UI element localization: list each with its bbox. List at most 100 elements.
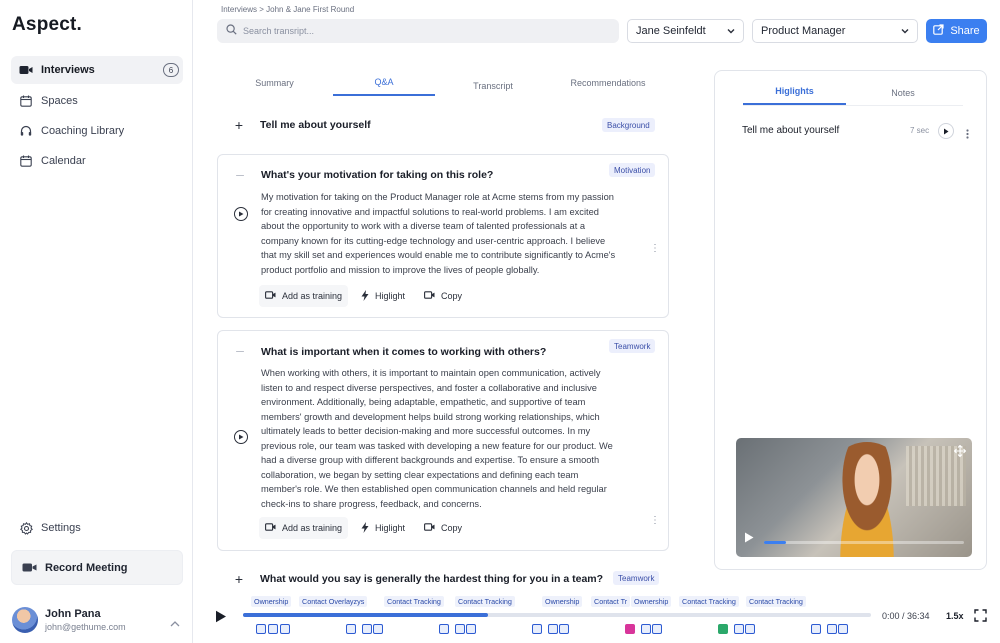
interview-tabs: Summary Q&A Transcript Recommendations (217, 70, 669, 96)
clip-marker-icon[interactable] (466, 624, 476, 634)
clip-marker-icon[interactable] (346, 624, 356, 634)
play-highlight-button[interactable] (938, 123, 954, 139)
user-profile[interactable]: John Pana john@gethume.com (12, 606, 184, 636)
question-text: What would you say is generally the hard… (260, 573, 604, 585)
breadcrumb[interactable]: Interviews > John & Jane First Round (221, 5, 354, 14)
sidebar-item-label: Interviews (41, 64, 95, 76)
sidebar-item-settings[interactable]: Settings (11, 514, 183, 542)
role-select-value: Product Manager (761, 25, 846, 37)
lightning-icon (361, 521, 369, 535)
clip-marker-icon[interactable] (455, 624, 465, 634)
playback-speed-button[interactable]: 1.5x (946, 611, 964, 621)
clip-marker-icon[interactable] (362, 624, 372, 634)
timeline-tag[interactable]: Ownership (631, 596, 672, 607)
chevron-up-icon[interactable] (170, 614, 180, 632)
share-button[interactable]: Share (926, 19, 987, 43)
interviewer-select[interactable]: Jane Seinfeldt (627, 19, 744, 43)
timeline-tag[interactable]: Contact Tracking (384, 596, 444, 607)
expand-icon[interactable] (953, 444, 967, 462)
highlight-item[interactable]: Tell me about yourself 7 sec (742, 123, 972, 139)
add-as-training-button[interactable]: Add as training (259, 285, 349, 307)
search-bar[interactable] (217, 19, 619, 43)
question-tag: Teamwork (613, 571, 660, 585)
timeline-tag[interactable]: Contact Tracking (455, 596, 515, 607)
clip-marker-icon[interactable] (256, 624, 266, 634)
more-options-icon[interactable]: ⋮ (650, 244, 660, 254)
more-options-icon[interactable] (966, 126, 969, 144)
clip-marker-icon[interactable] (548, 624, 558, 634)
video-camera-icon (22, 562, 37, 573)
record-meeting-button[interactable]: Record Meeting (11, 550, 183, 585)
collapse-minus-icon[interactable]: – (234, 166, 246, 182)
timeline-tag[interactable]: Ownership (251, 596, 292, 607)
chevron-down-icon (900, 26, 910, 39)
clip-marker-icon[interactable] (641, 624, 651, 634)
tab-recommendations[interactable]: Recommendations (553, 70, 663, 96)
highlight-button[interactable]: Higlight (355, 285, 411, 307)
tab-summary[interactable]: Summary (217, 70, 332, 96)
clip-marker-icon[interactable] (373, 624, 383, 634)
question-tag: Teamwork (609, 339, 656, 353)
sidebar-item-spaces[interactable]: Spaces (11, 87, 183, 115)
flag-marker-icon[interactable] (625, 624, 635, 634)
timeline-tag[interactable]: Contact Tracking (679, 596, 739, 607)
copy-button[interactable]: Copy (418, 285, 468, 307)
clip-marker-icon[interactable] (439, 624, 449, 634)
clip-marker-icon[interactable] (838, 624, 848, 634)
collapse-minus-icon[interactable]: – (234, 342, 246, 358)
user-name: John Pana (45, 608, 101, 620)
clip-marker-icon[interactable] (827, 624, 837, 634)
app-logo: Aspect. (12, 14, 83, 35)
expand-plus-icon[interactable]: + (233, 571, 245, 587)
add-as-training-button[interactable]: Add as training (259, 517, 349, 539)
copy-button[interactable]: Copy (418, 517, 468, 539)
sidebar-item-interviews[interactable]: Interviews 6 (11, 56, 183, 84)
settings-label: Settings (41, 522, 81, 534)
play-answer-button[interactable] (234, 207, 248, 221)
clip-marker-icon[interactable] (734, 624, 744, 634)
highlight-label: Higlight (375, 291, 406, 301)
add-as-training-label: Add as training (282, 523, 343, 533)
sidebar-item-label: Coaching Library (41, 125, 125, 137)
fullscreen-icon[interactable] (974, 609, 987, 627)
video-play-icon[interactable] (744, 530, 754, 548)
clip-marker-icon[interactable] (268, 624, 278, 634)
clip-marker-icon[interactable] (652, 624, 662, 634)
play-icon[interactable] (215, 610, 227, 628)
sidebar-item-calendar[interactable]: Calendar (11, 147, 183, 175)
timeline-tag[interactable]: Contact Overlayzys (299, 596, 368, 607)
highlight-label: Higlight (375, 523, 406, 533)
answer-text: When working with others, it is importan… (261, 368, 613, 509)
video-progress-track[interactable] (764, 541, 964, 544)
tab-highlights[interactable]: Higlights (743, 79, 846, 105)
tab-notes[interactable]: Notes (851, 80, 955, 106)
tab-transcript[interactable]: Transcript (437, 73, 549, 99)
qa-item[interactable]: + Tell me about yourself Background (217, 110, 669, 140)
timeline-tag[interactable]: Ownership (542, 596, 583, 607)
chevron-down-icon (726, 26, 736, 39)
video-camera-icon (265, 523, 276, 533)
clip-marker-icon[interactable] (811, 624, 821, 634)
expand-plus-icon[interactable]: + (233, 117, 245, 133)
timeline-tag[interactable]: Contact Tracking (746, 596, 806, 607)
user-email: john@gethume.com (45, 622, 126, 632)
clip-marker-icon[interactable] (280, 624, 290, 634)
answer-text: My motivation for taking on the Product … (261, 192, 616, 275)
video-camera-icon (19, 63, 33, 77)
question-text: What is important when it comes to worki… (261, 346, 547, 358)
play-answer-button[interactable] (234, 430, 248, 444)
search-input[interactable] (243, 26, 603, 36)
tab-qa[interactable]: Q&A (333, 70, 435, 96)
clip-marker-icon[interactable] (745, 624, 755, 634)
highlight-button[interactable]: Higlight (355, 517, 411, 539)
role-select[interactable]: Product Manager (752, 19, 918, 43)
sidebar-item-coaching-library[interactable]: Coaching Library (11, 117, 183, 145)
timeline-progress (243, 613, 488, 617)
timeline-tag[interactable]: Contact Tr (591, 596, 631, 607)
thumbs-up-marker-icon[interactable] (718, 624, 728, 634)
more-options-icon[interactable]: ⋮ (650, 516, 660, 526)
clip-marker-icon[interactable] (532, 624, 542, 634)
highlight-title: Tell me about yourself (742, 125, 840, 136)
clip-marker-icon[interactable] (559, 624, 569, 634)
video-player[interactable] (736, 438, 972, 557)
